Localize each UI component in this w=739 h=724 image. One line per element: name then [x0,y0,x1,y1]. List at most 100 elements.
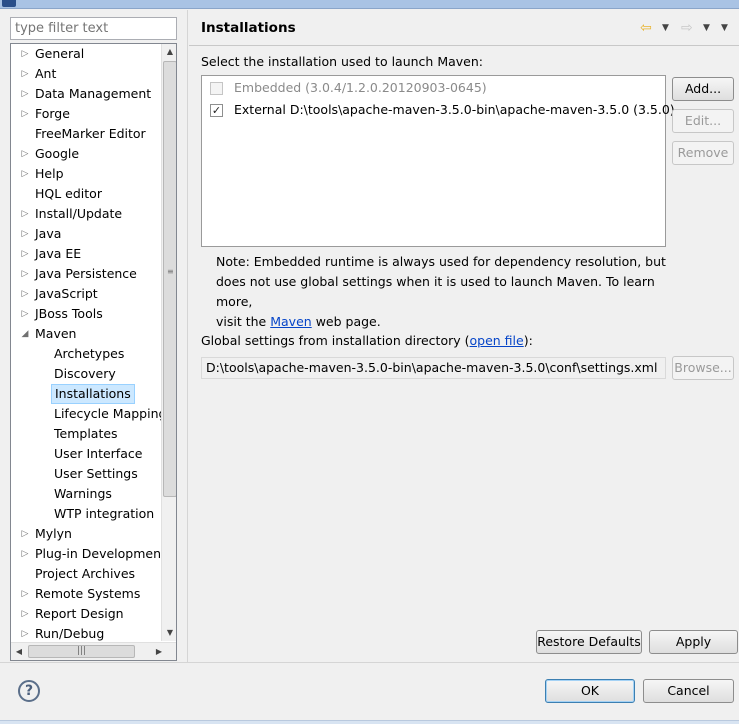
collapsed-arrow-icon[interactable]: ▷ [19,524,31,544]
tree-item[interactable]: ▷ JBoss Tools [11,304,161,324]
tree-item[interactable]: ▷ Java Persistence [11,264,161,284]
tree-horizontal-scrollbar[interactable]: ◀ ||| ▶ [11,642,176,660]
tree-item[interactable]: ▷ Install/Update [11,204,161,224]
tree-item[interactable]: ▷ Remote Systems [11,584,161,604]
tree-item[interactable]: HQL editor [11,184,161,204]
panel-splitter[interactable] [187,10,188,662]
installations-label: Select the installation used to launch M… [201,54,483,69]
browse-button[interactable]: Browse... [672,356,734,380]
tree-item[interactable]: Warnings [11,484,161,504]
tree-item[interactable]: ▷ Plug-in Development [11,544,166,564]
tree-item[interactable]: ▷ Run/Debug [11,624,161,644]
note-text: visit the [216,314,267,329]
collapsed-arrow-icon[interactable]: ▷ [19,44,31,64]
note-line: visit the Maven web page. [216,312,676,332]
tree-item[interactable]: ▷ Forge [11,104,161,124]
collapsed-arrow-icon[interactable]: ▷ [19,84,31,104]
tree-item[interactable]: ▷ General [11,44,161,64]
edit-button[interactable]: Edit... [672,109,734,133]
tree-item[interactable]: FreeMarker Editor [11,124,161,144]
forward-menu-chevron-down-icon[interactable]: ▼ [703,18,710,38]
tree-item[interactable]: ▷ Report Design [11,604,161,624]
forward-arrow-icon[interactable]: ⇨ [681,18,693,38]
collapsed-arrow-icon[interactable]: ▷ [19,544,31,564]
window-title-bar [0,0,739,9]
collapsed-arrow-icon[interactable]: ▷ [19,204,31,224]
tree-item-label: Lifecycle Mapping [54,406,167,421]
note-line: does not use global settings when it is … [216,274,655,309]
embedded-checkbox[interactable] [210,82,223,95]
tree-item[interactable]: WTP integration [11,504,161,524]
expanded-arrow-icon[interactable]: ◢ [19,324,31,344]
tree-item-label: General [35,46,85,61]
global-settings-label-prefix: Global settings from installation direct… [201,333,470,348]
window-bottom-border [0,720,739,724]
collapsed-arrow-icon[interactable]: ▷ [19,164,31,184]
scroll-left-icon[interactable]: ◀ [11,644,27,660]
tree-item[interactable]: ▷ Java [11,224,161,244]
restore-defaults-button[interactable]: Restore Defaults [536,630,642,654]
tree-item[interactable]: ◢ Maven [11,324,161,344]
tree-item[interactable]: Discovery [11,364,161,384]
scroll-up-icon[interactable]: ▲ [162,44,176,60]
tree-item[interactable]: User Settings [11,464,161,484]
collapsed-arrow-icon[interactable]: ▷ [19,624,31,644]
tree-item[interactable]: ▷ Help [11,164,161,184]
tree-item-label: Java EE [35,246,82,261]
tree-item[interactable]: ▷ Java EE [11,244,161,264]
back-arrow-icon[interactable]: ⇦ [640,18,652,38]
maven-link[interactable]: Maven [270,314,311,329]
collapsed-arrow-icon[interactable]: ▷ [19,604,31,624]
tree-item-label: Project Archives [35,566,136,581]
apply-button[interactable]: Apply [649,630,738,654]
tree-item[interactable]: ▷ Ant [11,64,161,84]
tree-item[interactable]: ▷ Mylyn [11,524,161,544]
scroll-down-icon[interactable]: ▼ [162,625,176,641]
note-text: web page. [315,314,381,329]
tree-item[interactable]: Lifecycle Mapping [11,404,166,424]
tree-item[interactable]: Archetypes [11,344,161,364]
collapsed-arrow-icon[interactable]: ▷ [19,244,31,264]
tree-item[interactable]: Installations [11,384,161,404]
collapsed-arrow-icon[interactable]: ▷ [19,284,31,304]
header-divider [189,45,739,46]
vertical-scroll-thumb[interactable]: ≡ [163,61,176,497]
collapsed-arrow-icon[interactable]: ▷ [19,264,31,284]
global-settings-label: Global settings from installation direct… [201,333,533,348]
tree-item[interactable]: Templates [11,424,161,444]
scroll-right-icon[interactable]: ▶ [151,644,167,660]
tree-item-label: User Settings [54,466,138,481]
page-title: Installations [201,20,296,36]
installation-label: External D:\tools\apache-maven-3.5.0-bin… [234,102,675,117]
collapsed-arrow-icon[interactable]: ▷ [19,304,31,324]
tree-item-label: Templates [54,426,118,441]
back-menu-chevron-down-icon[interactable]: ▼ [662,18,669,38]
filter-input[interactable] [10,17,177,40]
tree-item[interactable]: ▷ JavaScript [11,284,161,304]
global-settings-path-field[interactable]: D:\tools\apache-maven-3.5.0-bin\apache-m… [201,357,666,379]
tree-item-label: Java Persistence [35,266,137,281]
tree-item[interactable]: Project Archives [11,564,161,584]
collapsed-arrow-icon[interactable]: ▷ [19,584,31,604]
tree-item-label: Run/Debug [35,626,105,641]
view-menu-chevron-down-icon[interactable]: ▼ [721,18,728,38]
external-checkbox[interactable]: ✓ [210,104,223,117]
collapsed-arrow-icon[interactable]: ▷ [19,64,31,84]
tree-item[interactable]: ▷ Google [11,144,161,164]
collapsed-arrow-icon[interactable]: ▷ [19,104,31,124]
horizontal-scroll-thumb[interactable]: ||| [28,645,135,658]
collapsed-arrow-icon[interactable]: ▷ [19,144,31,164]
tree-vertical-scrollbar[interactable]: ▲ ≡ ▼ [161,44,176,641]
ok-button[interactable]: OK [545,679,635,703]
tree-item-label: Plug-in Development [35,546,166,561]
cancel-button[interactable]: Cancel [643,679,734,703]
tree-item[interactable]: User Interface [11,444,161,464]
add-button[interactable]: Add... [672,77,734,101]
remove-button[interactable]: Remove [672,141,734,165]
tree-item-label: Archetypes [54,346,125,361]
help-icon[interactable]: ? [18,680,40,702]
open-file-link[interactable]: open file [470,333,524,348]
tree-item-label: FreeMarker Editor [35,126,146,141]
tree-item[interactable]: ▷ Data Management [11,84,161,104]
collapsed-arrow-icon[interactable]: ▷ [19,224,31,244]
